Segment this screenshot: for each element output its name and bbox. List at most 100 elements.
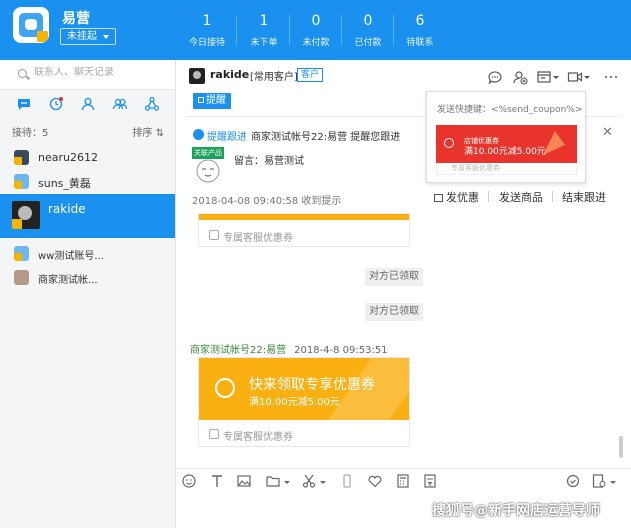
chevron-down-icon[interactable] [583,69,591,85]
reminder-button[interactable]: 提醒 [193,93,231,109]
avatar [14,270,29,285]
chat-avatar [189,68,205,84]
network-tab-icon[interactable] [144,96,160,112]
send-discount-label: 发优惠 [446,191,479,204]
app-name: 易营 [62,11,90,27]
contact-tab-icon[interactable] [80,96,96,112]
stat-num: 0 [311,13,321,29]
discount-icon [434,194,443,202]
coupon-stub-band [199,214,409,220]
coupon-message[interactable]: 专属客服优惠券 [198,213,410,247]
product-thumbnail[interactable]: 关联产品 [192,147,224,183]
stat-unpaid[interactable]: 0 未付款 [290,12,342,48]
search-box [0,60,175,90]
stat-label: 未付款 [302,38,330,48]
contact-item[interactable]: ww测试账号... [0,242,175,266]
chat-tab-icon[interactable] [16,96,32,112]
stat-num: 1 [202,13,212,29]
watermark: 搜狐号@新手网店运营导师 [432,503,600,519]
status-dropdown[interactable]: 未挂起 [60,28,116,45]
coupon-icon [444,138,454,148]
stat-label: 已付款 [354,38,382,48]
scrollbar[interactable] [619,436,623,458]
reception-count: 接待：5 [12,128,49,139]
coupon-message[interactable]: 快来领取专享优惠券 满10.00元减5.00元 专属客服优惠券 [198,357,410,447]
contact-item-active[interactable]: rakide [0,194,175,238]
message-time: 2018-4-8 09:53:51 [294,345,388,356]
folder-icon[interactable] [265,473,281,489]
close-icon[interactable]: ✕ [602,125,613,140]
chat-contact-name: rakide [210,68,250,81]
emoji-icon[interactable] [181,473,197,489]
coupon-amount: 满10.00元减5.00元 [249,397,340,408]
phone-icon[interactable] [339,473,355,489]
coupon-label: 专属客服优惠券 [223,233,293,244]
coupon-card[interactable]: 店铺优惠券 满10.00元减5.00元 [436,125,577,163]
send-product-button[interactable]: 发送商品 [499,189,543,205]
order-icon[interactable] [536,69,552,85]
app-logo [13,7,49,43]
customer-badge: 客户 [297,68,324,82]
chevron-down-icon[interactable] [609,473,617,489]
contact-name: ww测试账号... [38,251,104,262]
message-sender: 商家测试帐号22:易营 2018-4-8 09:53:51 [190,341,388,356]
history-icon[interactable] [591,473,607,489]
coupon-decoration-icon [543,131,565,155]
search-input[interactable] [34,67,164,78]
stat-num: 0 [363,13,373,29]
font-icon[interactable] [209,473,225,489]
reminder-icon [198,97,204,103]
stat-today-received[interactable]: 1 今日接待 [181,12,233,48]
contact-name: suns_黄磊 [38,177,91,190]
group-tab-icon[interactable] [112,96,128,112]
stat-to-contact[interactable]: 6 待联系 [394,12,446,48]
stat-paid[interactable]: 0 已付款 [342,12,394,48]
bell-icon [193,129,204,140]
calculator-icon[interactable] [395,473,411,489]
notification-text: 商家测试帐号22:易营 提醒您跟进 [251,132,401,143]
coupon-band: 快来领取专享优惠券 满10.00元减5.00元 [199,358,409,420]
chevron-down-icon[interactable] [283,473,291,489]
heart-icon[interactable] [367,473,383,489]
contact-name: rakide [48,202,86,216]
stat-label: 今日接待 [188,38,225,48]
more-icon[interactable] [603,69,619,85]
end-follow-up-button[interactable]: 结束跟进 [562,189,606,205]
scissors-icon[interactable] [301,473,317,489]
stat-num: 1 [259,13,269,29]
contact-item[interactable]: nearu2612 [0,146,175,170]
clock-tab-icon[interactable] [48,96,64,112]
stat-not-ordered[interactable]: 1 未下单 [238,12,290,48]
add-contact-icon[interactable] [512,69,528,85]
chevron-down-icon[interactable] [552,69,560,85]
chevron-down-icon[interactable] [319,473,327,489]
coupon-icon[interactable] [422,473,438,489]
video-icon[interactable] [567,69,583,85]
status-value: 未挂起 [67,31,97,42]
coupon-title: 快来领取专享优惠券 [249,377,375,393]
send-discount-button[interactable]: 发优惠 [434,189,479,205]
sort-icon: ⇅ [155,128,164,139]
coupon-footer: 专属客服优惠券 [436,163,577,175]
contact-item[interactable]: 商家测试帐... [0,266,175,290]
notification-time: 2018-04-08 09:40:58 收到提示 [192,196,342,207]
coupon-small-icon [209,429,219,439]
sender-name: 商家测试帐号22:易营 [190,345,287,356]
coupon-icon [209,230,219,240]
chat-header: rakide [常用客户] 客户 [177,60,631,94]
notification-title[interactable]: 提醒跟进 [207,128,247,143]
avatar [14,174,29,189]
contact-item[interactable]: suns_黄磊 [0,170,175,194]
action-divider [488,191,489,202]
coupon-amount: 满10.00元减5.00元 [464,147,546,157]
sort-control[interactable]: 排序 ⇅ [132,124,164,139]
refresh-icon[interactable] [565,473,581,489]
chat-bubble-icon[interactable] [487,69,503,85]
image-icon[interactable] [236,473,252,489]
chat-contact-tag: [常用客户] [250,72,298,83]
stat-label: 待联系 [406,38,434,48]
system-message: 对方已领取 [365,268,423,286]
reception-summary: 接待：5 排序 ⇅ [12,124,164,139]
system-message: 对方已领取 [365,303,423,321]
coupon-popup: 发送快捷键：<%send_coupon%> 店铺优惠券 满10.00元减5.00… [426,91,586,183]
